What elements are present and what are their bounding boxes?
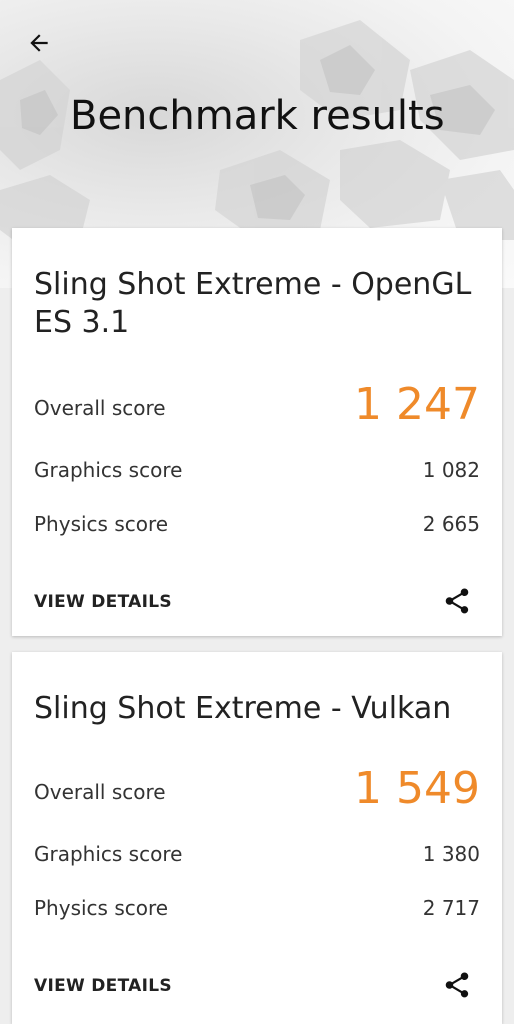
overall-score-row: Overall score 1 247: [34, 379, 480, 430]
view-details-button[interactable]: VIEW DETAILS: [34, 592, 172, 612]
graphics-score-row: Graphics score 1 082: [34, 450, 480, 490]
result-card-vulkan: Sling Shot Extreme - Vulkan Overall scor…: [12, 652, 502, 1024]
physics-score-row: Physics score 2 665: [34, 504, 480, 544]
share-button[interactable]: [442, 586, 472, 616]
overall-score-value: 1 549: [354, 763, 480, 814]
benchmark-title: Sling Shot Extreme - Vulkan: [34, 691, 452, 726]
share-button[interactable]: [442, 970, 472, 1000]
graphics-score-value: 1 082: [422, 458, 480, 482]
graphics-score-value: 1 380: [422, 842, 480, 866]
view-details-button[interactable]: VIEW DETAILS: [34, 976, 172, 996]
physics-score-value: 2 717: [422, 896, 480, 920]
overall-score-label: Overall score: [34, 396, 166, 420]
physics-score-label: Physics score: [34, 512, 169, 536]
overall-score-row: Overall score 1 549: [34, 763, 480, 814]
graphics-score-label: Graphics score: [34, 842, 183, 866]
graphics-score-row: Graphics score 1 380: [34, 834, 480, 874]
overall-score-label: Overall score: [34, 780, 166, 804]
physics-score-label: Physics score: [34, 896, 169, 920]
arrow-left-icon: [30, 34, 48, 52]
graphics-score-label: Graphics score: [34, 458, 183, 482]
share-icon: [445, 972, 469, 998]
result-card-opengl: Sling Shot Extreme - OpenGL ES 3.1 Overa…: [12, 228, 502, 636]
overall-score-value: 1 247: [354, 379, 480, 430]
page-title: Benchmark results: [70, 93, 445, 139]
benchmark-title: Sling Shot Extreme - OpenGL ES 3.1: [34, 267, 472, 340]
back-button[interactable]: [22, 26, 56, 60]
physics-score-row: Physics score 2 717: [34, 888, 480, 928]
share-icon: [445, 588, 469, 614]
physics-score-value: 2 665: [422, 512, 480, 536]
